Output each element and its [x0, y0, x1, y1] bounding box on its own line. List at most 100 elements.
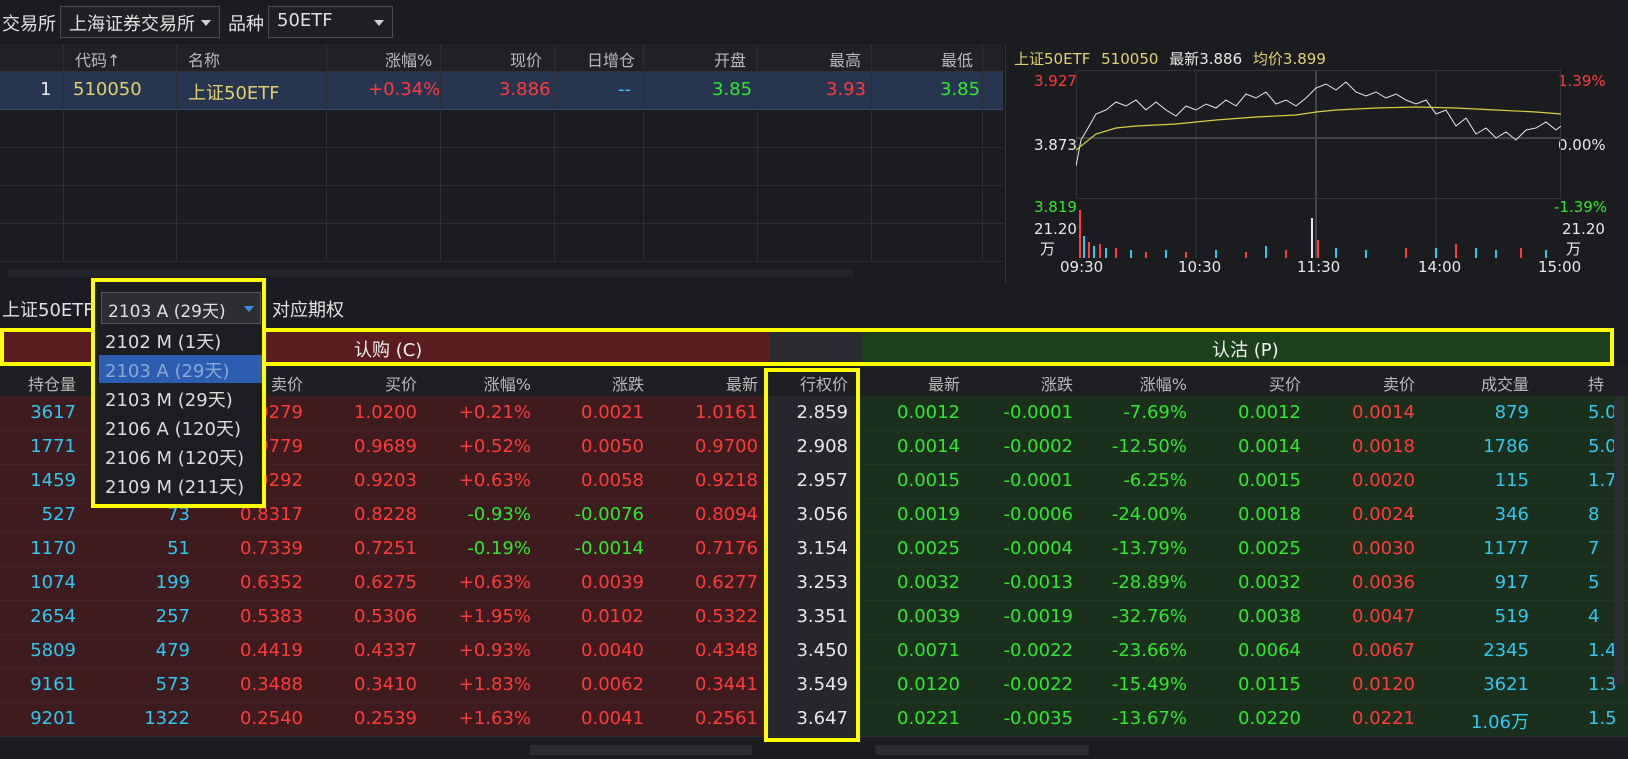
put-horizontal-scrollbar[interactable] — [875, 745, 1089, 755]
put-volume: 1.06万 — [1470, 712, 1529, 733]
col-change[interactable]: 涨跌 — [541, 371, 644, 395]
call-ask: 0.2540 — [240, 708, 303, 729]
call-change: -0.0014 — [574, 538, 644, 559]
col-bid[interactable]: 买价 — [314, 371, 417, 395]
call-open-interest: 1074 — [30, 572, 76, 593]
put-volume: 519 — [1494, 606, 1529, 627]
header-code[interactable]: 代码↑ — [75, 47, 120, 71]
put-ask: 0.0067 — [1352, 640, 1415, 661]
grid-line — [554, 44, 555, 262]
col-put-bid[interactable]: 买价 — [1198, 371, 1301, 395]
header-high[interactable]: 最高 — [829, 47, 861, 71]
quote-row[interactable]: 1 510050 上证50ETF +0.34% 3.886 -- 3.85 3.… — [0, 72, 1003, 110]
put-ask: 0.0020 — [1352, 470, 1415, 491]
col-open-interest[interactable]: 持仓量 — [0, 371, 76, 395]
col-put-ask[interactable]: 卖价 — [1312, 371, 1415, 395]
put-change: -0.0001 — [1003, 402, 1073, 423]
quote-grid: 代码↑ 名称 涨幅% 现价 日增仓 开盘 最高 最低 1 510050 上证50… — [0, 44, 1003, 284]
header-open[interactable]: 开盘 — [714, 47, 746, 71]
call-latest: 0.5322 — [695, 606, 758, 627]
volume-bars — [1079, 210, 1547, 258]
call-change: 0.0040 — [581, 640, 644, 661]
y-bottom-label: 3.819 — [1034, 198, 1077, 216]
put-change: -0.0022 — [1003, 640, 1073, 661]
expiry-option[interactable]: 2106 A (120天) — [99, 413, 262, 441]
put-change: -0.0006 — [1003, 504, 1073, 525]
header-daily-oi[interactable]: 日增仓 — [587, 47, 635, 71]
expiry-option[interactable]: 2103 M (29天) — [99, 384, 262, 412]
put-latest: 0.0019 — [897, 504, 960, 525]
put-latest: 0.0025 — [897, 538, 960, 559]
horizontal-scrollbar[interactable] — [8, 269, 853, 277]
expiry-option-highlighted[interactable]: 2103 A (29天) — [99, 355, 262, 383]
col-put-open-interest[interactable]: 持 — [1588, 371, 1614, 395]
underlying-label: 上证50ETF — [2, 300, 94, 321]
put-bid: 0.0220 — [1238, 708, 1301, 729]
vertical-scrollbar[interactable] — [1614, 396, 1624, 686]
put-open-interest: 5 — [1588, 572, 1600, 593]
call-open-interest: 9201 — [30, 708, 76, 729]
row-price: 3.886 — [499, 79, 551, 100]
exchange-select[interactable]: 上海证券交易所 — [60, 6, 220, 38]
col-latest[interactable]: 最新 — [655, 371, 758, 395]
col-put-change-pct[interactable]: 涨幅% — [1084, 371, 1187, 395]
call-open-interest: 527 — [41, 504, 76, 525]
put-change-pct: -15.49% — [1111, 674, 1187, 695]
call-bid: 0.4337 — [354, 640, 417, 661]
time-label: 09:30 — [1060, 258, 1104, 276]
call-volume: 199 — [155, 572, 190, 593]
put-latest: 0.0015 — [897, 470, 960, 491]
time-label: 10:30 — [1178, 258, 1222, 276]
call-volume: 573 — [155, 674, 190, 695]
call-change-pct: +0.21% — [458, 402, 531, 423]
col-put-change[interactable]: 涨跌 — [970, 371, 1073, 395]
grid-line — [643, 44, 644, 262]
call-bid: 0.7251 — [354, 538, 417, 559]
vol-right-label: 21.20 — [1562, 220, 1605, 238]
variety-select-value: 50ETF — [277, 10, 333, 31]
put-ask: 0.0120 — [1352, 674, 1415, 695]
exchange-select-value: 上海证券交易所 — [69, 14, 195, 35]
header-price[interactable]: 现价 — [510, 47, 542, 71]
call-latest: 0.3441 — [695, 674, 758, 695]
chevron-down-icon — [374, 20, 384, 26]
put-open-interest: 5.0 — [1588, 402, 1617, 423]
call-bid: 0.6275 — [354, 572, 417, 593]
variety-select[interactable]: 50ETF — [268, 6, 393, 38]
empty-row — [0, 148, 1003, 186]
call-latest: 0.6277 — [695, 572, 758, 593]
header-change-pct[interactable]: 涨幅% — [385, 47, 432, 71]
col-change-pct[interactable]: 涨幅% — [428, 371, 531, 395]
put-change-pct: -32.76% — [1111, 606, 1187, 627]
expiry-select[interactable]: 2103 A (29天) — [101, 292, 261, 324]
vol-right-unit: 万 — [1566, 240, 1582, 258]
expiry-option[interactable]: 2106 M (120天) — [99, 442, 262, 470]
put-ask: 0.0030 — [1352, 538, 1415, 559]
empty-row — [0, 224, 1003, 262]
expiry-dropdown[interactable]: 2103 A (29天) 2102 M (1天) 2103 A (29天) 21… — [91, 278, 266, 508]
call-ask: 0.5383 — [240, 606, 303, 627]
col-put-latest[interactable]: 最新 — [860, 371, 960, 395]
call-label: 认购 (C) — [354, 340, 423, 361]
put-ask: 0.0221 — [1352, 708, 1415, 729]
put-ask: 0.0024 — [1352, 504, 1415, 525]
put-open-interest: 1.4 — [1588, 640, 1617, 661]
toolbar: 交易所 上海证券交易所 品种 50ETF — [0, 0, 1628, 44]
expiry-option[interactable]: 2109 M (211天) — [99, 471, 262, 499]
call-latest: 0.9700 — [695, 436, 758, 457]
call-open-interest: 5809 — [30, 640, 76, 661]
chart-plot — [1076, 70, 1561, 258]
col-volume[interactable]: 成交量 — [1426, 371, 1529, 395]
header-low[interactable]: 最低 — [941, 47, 973, 71]
put-header[interactable]: 认沽 (P) — [862, 332, 1610, 362]
call-latest: 1.0161 — [695, 402, 758, 423]
header-name[interactable]: 名称 — [188, 47, 220, 71]
y-top-label: 3.927 — [1034, 72, 1077, 90]
call-open-interest: 3617 — [30, 402, 76, 423]
call-change-pct: +0.52% — [458, 436, 531, 457]
call-open-interest: 9161 — [30, 674, 76, 695]
expiry-option[interactable]: 2102 M (1天) — [99, 326, 262, 354]
row-low: 3.85 — [940, 79, 981, 100]
call-horizontal-scrollbar[interactable] — [530, 745, 752, 755]
exchange-label: 交易所 — [2, 14, 56, 35]
